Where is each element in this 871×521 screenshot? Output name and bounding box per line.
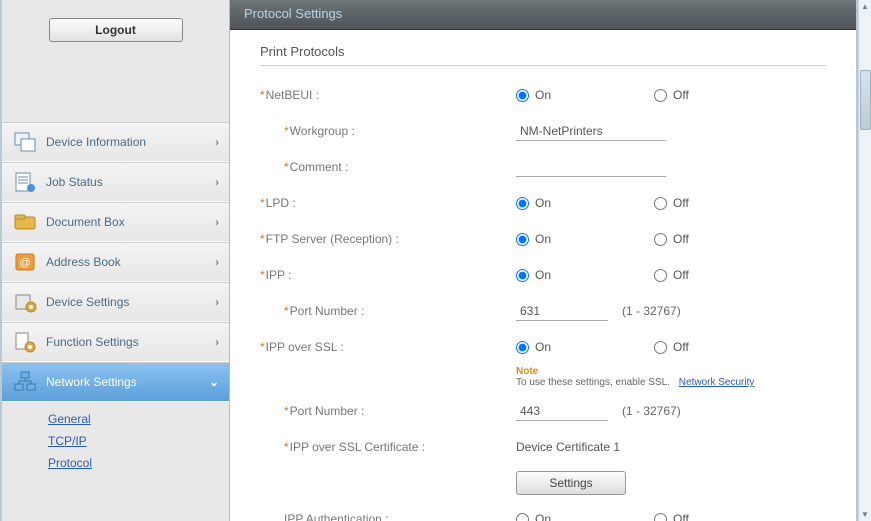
- sidebar-item-label: Address Book: [46, 255, 121, 269]
- ssl-port-hint: (1 - 32767): [622, 404, 681, 418]
- scrollbar[interactable]: ▲ ▼: [858, 0, 871, 521]
- network-security-link[interactable]: Network Security: [679, 377, 755, 388]
- ipp-port-label: Port Number :: [290, 304, 365, 318]
- subnav-general[interactable]: General: [48, 408, 229, 430]
- ipp-auth-label: IPP Authentication :: [284, 512, 389, 521]
- ipp-ssl-label: IPP over SSL :: [266, 340, 344, 354]
- sidebar-item-label: Device Settings: [46, 295, 129, 309]
- netbeui-label: NetBEUI :: [266, 88, 319, 102]
- sidebar-item-address-book[interactable]: @ Address Book ›: [2, 242, 229, 282]
- sidebar-item-label: Job Status: [46, 175, 103, 189]
- comment-label: Comment :: [290, 160, 349, 174]
- ipp-auth-on[interactable]: On: [516, 512, 654, 521]
- ftp-off[interactable]: Off: [654, 232, 792, 246]
- device-information-icon: [12, 129, 38, 155]
- chevron-right-icon: ›: [215, 215, 219, 229]
- svg-text:@: @: [19, 257, 30, 269]
- chevron-right-icon: ›: [215, 335, 219, 349]
- ipp-port-hint: (1 - 32767): [622, 304, 681, 318]
- sidebar-item-label: Document Box: [46, 215, 125, 229]
- job-status-icon: [12, 169, 38, 195]
- network-settings-icon: [12, 369, 38, 395]
- subnav-protocol[interactable]: Protocol: [48, 452, 229, 474]
- ssl-port-label: Port Number :: [290, 404, 365, 418]
- ipp-ssl-on[interactable]: On: [516, 340, 654, 354]
- panel-title: Protocol Settings: [230, 0, 856, 30]
- sidebar-item-label: Function Settings: [46, 335, 139, 349]
- panel-body: Print Protocols *NetBEUI : On Off *Workg…: [230, 30, 856, 521]
- address-book-icon: @: [12, 249, 38, 275]
- subnav-tcpip[interactable]: TCP/IP: [48, 430, 229, 452]
- sidebar-item-device-settings[interactable]: Device Settings ›: [2, 282, 229, 322]
- ipp-on[interactable]: On: [516, 268, 654, 282]
- chevron-right-icon: ›: [215, 135, 219, 149]
- ipp-auth-off[interactable]: Off: [654, 512, 792, 521]
- comment-input[interactable]: [516, 158, 666, 177]
- sidebar-item-network-settings[interactable]: Network Settings ⌄: [2, 362, 229, 402]
- chevron-right-icon: ›: [215, 295, 219, 309]
- chevron-right-icon: ›: [215, 175, 219, 189]
- section-title: Print Protocols: [260, 44, 826, 59]
- sidebar-item-job-status[interactable]: Job Status ›: [2, 162, 229, 202]
- ftp-label: FTP Server (Reception) :: [266, 232, 399, 246]
- workgroup-input[interactable]: [516, 122, 666, 141]
- scrollbar-thumb[interactable]: [860, 70, 871, 130]
- lpd-off[interactable]: Off: [654, 196, 792, 210]
- divider: [260, 65, 826, 66]
- workgroup-label: Workgroup :: [290, 124, 355, 138]
- ssl-cert-value: Device Certificate 1: [516, 440, 620, 454]
- ipp-ssl-off[interactable]: Off: [654, 340, 792, 354]
- sidebar-item-label: Device Information: [46, 135, 146, 149]
- subnav-network: General TCP/IP Protocol: [2, 402, 229, 482]
- device-settings-icon: [12, 289, 38, 315]
- ssl-note: Note To use these settings, enable SSL. …: [516, 366, 826, 388]
- lpd-label: LPD :: [266, 196, 296, 210]
- sidebar: Logout Device Information › Job Status ›…: [2, 0, 230, 521]
- ipp-label: IPP :: [266, 268, 292, 282]
- ssl-port-input[interactable]: [516, 402, 608, 421]
- ipp-off[interactable]: Off: [654, 268, 792, 282]
- note-title: Note: [516, 366, 826, 377]
- netbeui-on[interactable]: On: [516, 88, 654, 102]
- sidebar-item-function-settings[interactable]: Function Settings ›: [2, 322, 229, 362]
- ftp-on[interactable]: On: [516, 232, 654, 246]
- sidebar-item-device-information[interactable]: Device Information ›: [2, 122, 229, 162]
- lpd-on[interactable]: On: [516, 196, 654, 210]
- chevron-down-icon: ⌄: [209, 375, 219, 389]
- main-panel: Protocol Settings Print Protocols *NetBE…: [230, 0, 856, 521]
- chevron-right-icon: ›: [215, 255, 219, 269]
- scroll-down-icon[interactable]: ▼: [861, 510, 869, 519]
- document-box-icon: [12, 209, 38, 235]
- sidebar-item-document-box[interactable]: Document Box ›: [2, 202, 229, 242]
- function-settings-icon: [12, 329, 38, 355]
- note-text: To use these settings, enable SSL.: [516, 377, 670, 388]
- ssl-cert-label: IPP over SSL Certificate :: [290, 440, 425, 454]
- ipp-port-input[interactable]: [516, 302, 608, 321]
- settings-button[interactable]: Settings: [516, 471, 626, 495]
- sidebar-item-label: Network Settings: [46, 375, 137, 389]
- netbeui-off[interactable]: Off: [654, 88, 792, 102]
- scroll-up-icon[interactable]: ▲: [861, 2, 869, 11]
- logout-button[interactable]: Logout: [49, 18, 183, 42]
